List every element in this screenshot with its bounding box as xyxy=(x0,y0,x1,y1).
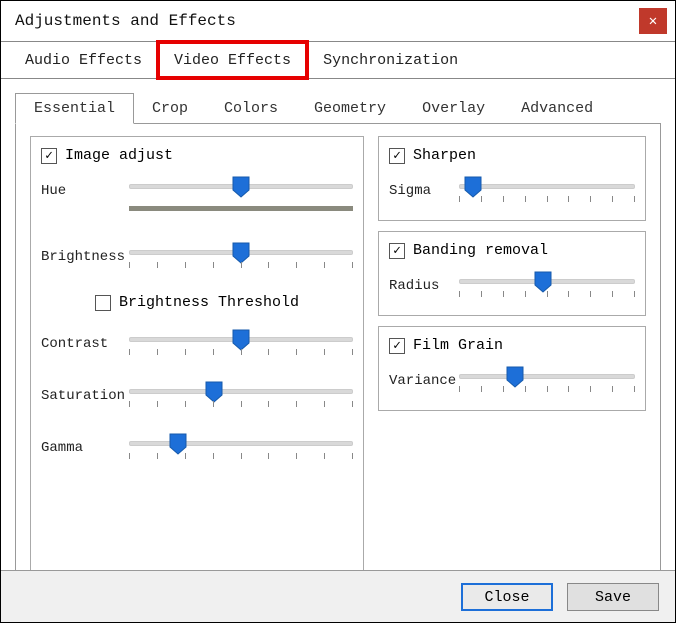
brightness-threshold-row: Brightness Threshold xyxy=(41,294,353,311)
contrast-slider[interactable] xyxy=(129,329,353,355)
sub-tab-essential[interactable]: Essential xyxy=(15,93,134,124)
image-adjust-header: Image adjust xyxy=(41,147,353,164)
banding-label: Banding removal xyxy=(413,242,548,259)
window-title: Adjustments and Effects xyxy=(15,12,236,30)
sub-tab-colors[interactable]: Colors xyxy=(206,94,296,123)
sharpen-label: Sharpen xyxy=(413,147,476,164)
body-area: Essential Crop Colors Geometry Overlay A… xyxy=(1,79,675,595)
sigma-label: Sigma xyxy=(389,179,459,199)
tab-audio-effects[interactable]: Audio Effects xyxy=(11,42,156,78)
window-close-button[interactable]: ✕ xyxy=(639,8,667,34)
close-button[interactable]: Close xyxy=(461,583,553,611)
essential-panel: Image adjust Hue Brightness xyxy=(15,123,661,595)
banding-group: Banding removal Radius xyxy=(378,231,646,316)
col-left: Image adjust Hue Brightness xyxy=(30,136,364,582)
saturation-row: Saturation xyxy=(41,381,353,407)
main-tabbar: Audio Effects Video Effects Synchronizat… xyxy=(1,41,675,79)
sharpen-checkbox[interactable] xyxy=(389,148,405,164)
hue-slider[interactable] xyxy=(129,176,353,202)
hue-slider-thumb[interactable] xyxy=(232,176,250,198)
variance-label: Variance xyxy=(389,369,459,389)
col-right: Sharpen Sigma Banding removal xyxy=(378,136,646,582)
brightness-threshold-label: Brightness Threshold xyxy=(119,294,299,311)
gamma-slider[interactable] xyxy=(129,433,353,459)
contrast-label: Contrast xyxy=(41,332,129,352)
sub-tab-advanced[interactable]: Advanced xyxy=(503,94,611,123)
brightness-slider[interactable] xyxy=(129,242,353,268)
sigma-slider-thumb[interactable] xyxy=(464,176,482,198)
sub-tab-crop[interactable]: Crop xyxy=(134,94,206,123)
hue-row: Hue xyxy=(41,176,353,202)
variance-row: Variance xyxy=(389,366,635,392)
hue-label: Hue xyxy=(41,179,129,199)
radius-slider[interactable] xyxy=(459,271,635,297)
gamma-slider-thumb[interactable] xyxy=(169,433,187,455)
sub-tab-overlay[interactable]: Overlay xyxy=(404,94,503,123)
brightness-row: Brightness xyxy=(41,242,353,268)
titlebar: Adjustments and Effects ✕ xyxy=(1,1,675,41)
variance-slider-thumb[interactable] xyxy=(506,366,524,388)
banding-checkbox[interactable] xyxy=(389,243,405,259)
hue-secondary-track xyxy=(129,206,353,211)
gamma-row: Gamma xyxy=(41,433,353,459)
brightness-threshold-checkbox[interactable] xyxy=(95,295,111,311)
image-adjust-checkbox[interactable] xyxy=(41,148,57,164)
grain-label: Film Grain xyxy=(413,337,503,354)
radius-row: Radius xyxy=(389,271,635,297)
gamma-label: Gamma xyxy=(41,436,129,456)
brightness-label: Brightness xyxy=(41,245,129,265)
sigma-row: Sigma xyxy=(389,176,635,202)
grain-checkbox[interactable] xyxy=(389,338,405,354)
tab-video-effects[interactable]: Video Effects xyxy=(156,40,309,80)
save-button[interactable]: Save xyxy=(567,583,659,611)
contrast-row: Contrast xyxy=(41,329,353,355)
saturation-label: Saturation xyxy=(41,384,129,404)
sigma-slider[interactable] xyxy=(459,176,635,202)
close-icon: ✕ xyxy=(649,13,657,30)
sub-tabbar: Essential Crop Colors Geometry Overlay A… xyxy=(15,91,661,123)
contrast-slider-thumb[interactable] xyxy=(232,329,250,351)
sharpen-group: Sharpen Sigma xyxy=(378,136,646,221)
radius-label: Radius xyxy=(389,274,459,294)
radius-slider-thumb[interactable] xyxy=(534,271,552,293)
brightness-slider-thumb[interactable] xyxy=(232,242,250,264)
tab-synchronization[interactable]: Synchronization xyxy=(309,42,472,78)
grain-group: Film Grain Variance xyxy=(378,326,646,411)
saturation-slider-thumb[interactable] xyxy=(205,381,223,403)
sub-tab-geometry[interactable]: Geometry xyxy=(296,94,404,123)
sharpen-header: Sharpen xyxy=(389,147,635,164)
image-adjust-label: Image adjust xyxy=(65,147,173,164)
image-adjust-group: Image adjust Hue Brightness xyxy=(30,136,364,582)
grain-header: Film Grain xyxy=(389,337,635,354)
footer: Close Save xyxy=(1,570,675,622)
variance-slider[interactable] xyxy=(459,366,635,392)
saturation-slider[interactable] xyxy=(129,381,353,407)
banding-header: Banding removal xyxy=(389,242,635,259)
